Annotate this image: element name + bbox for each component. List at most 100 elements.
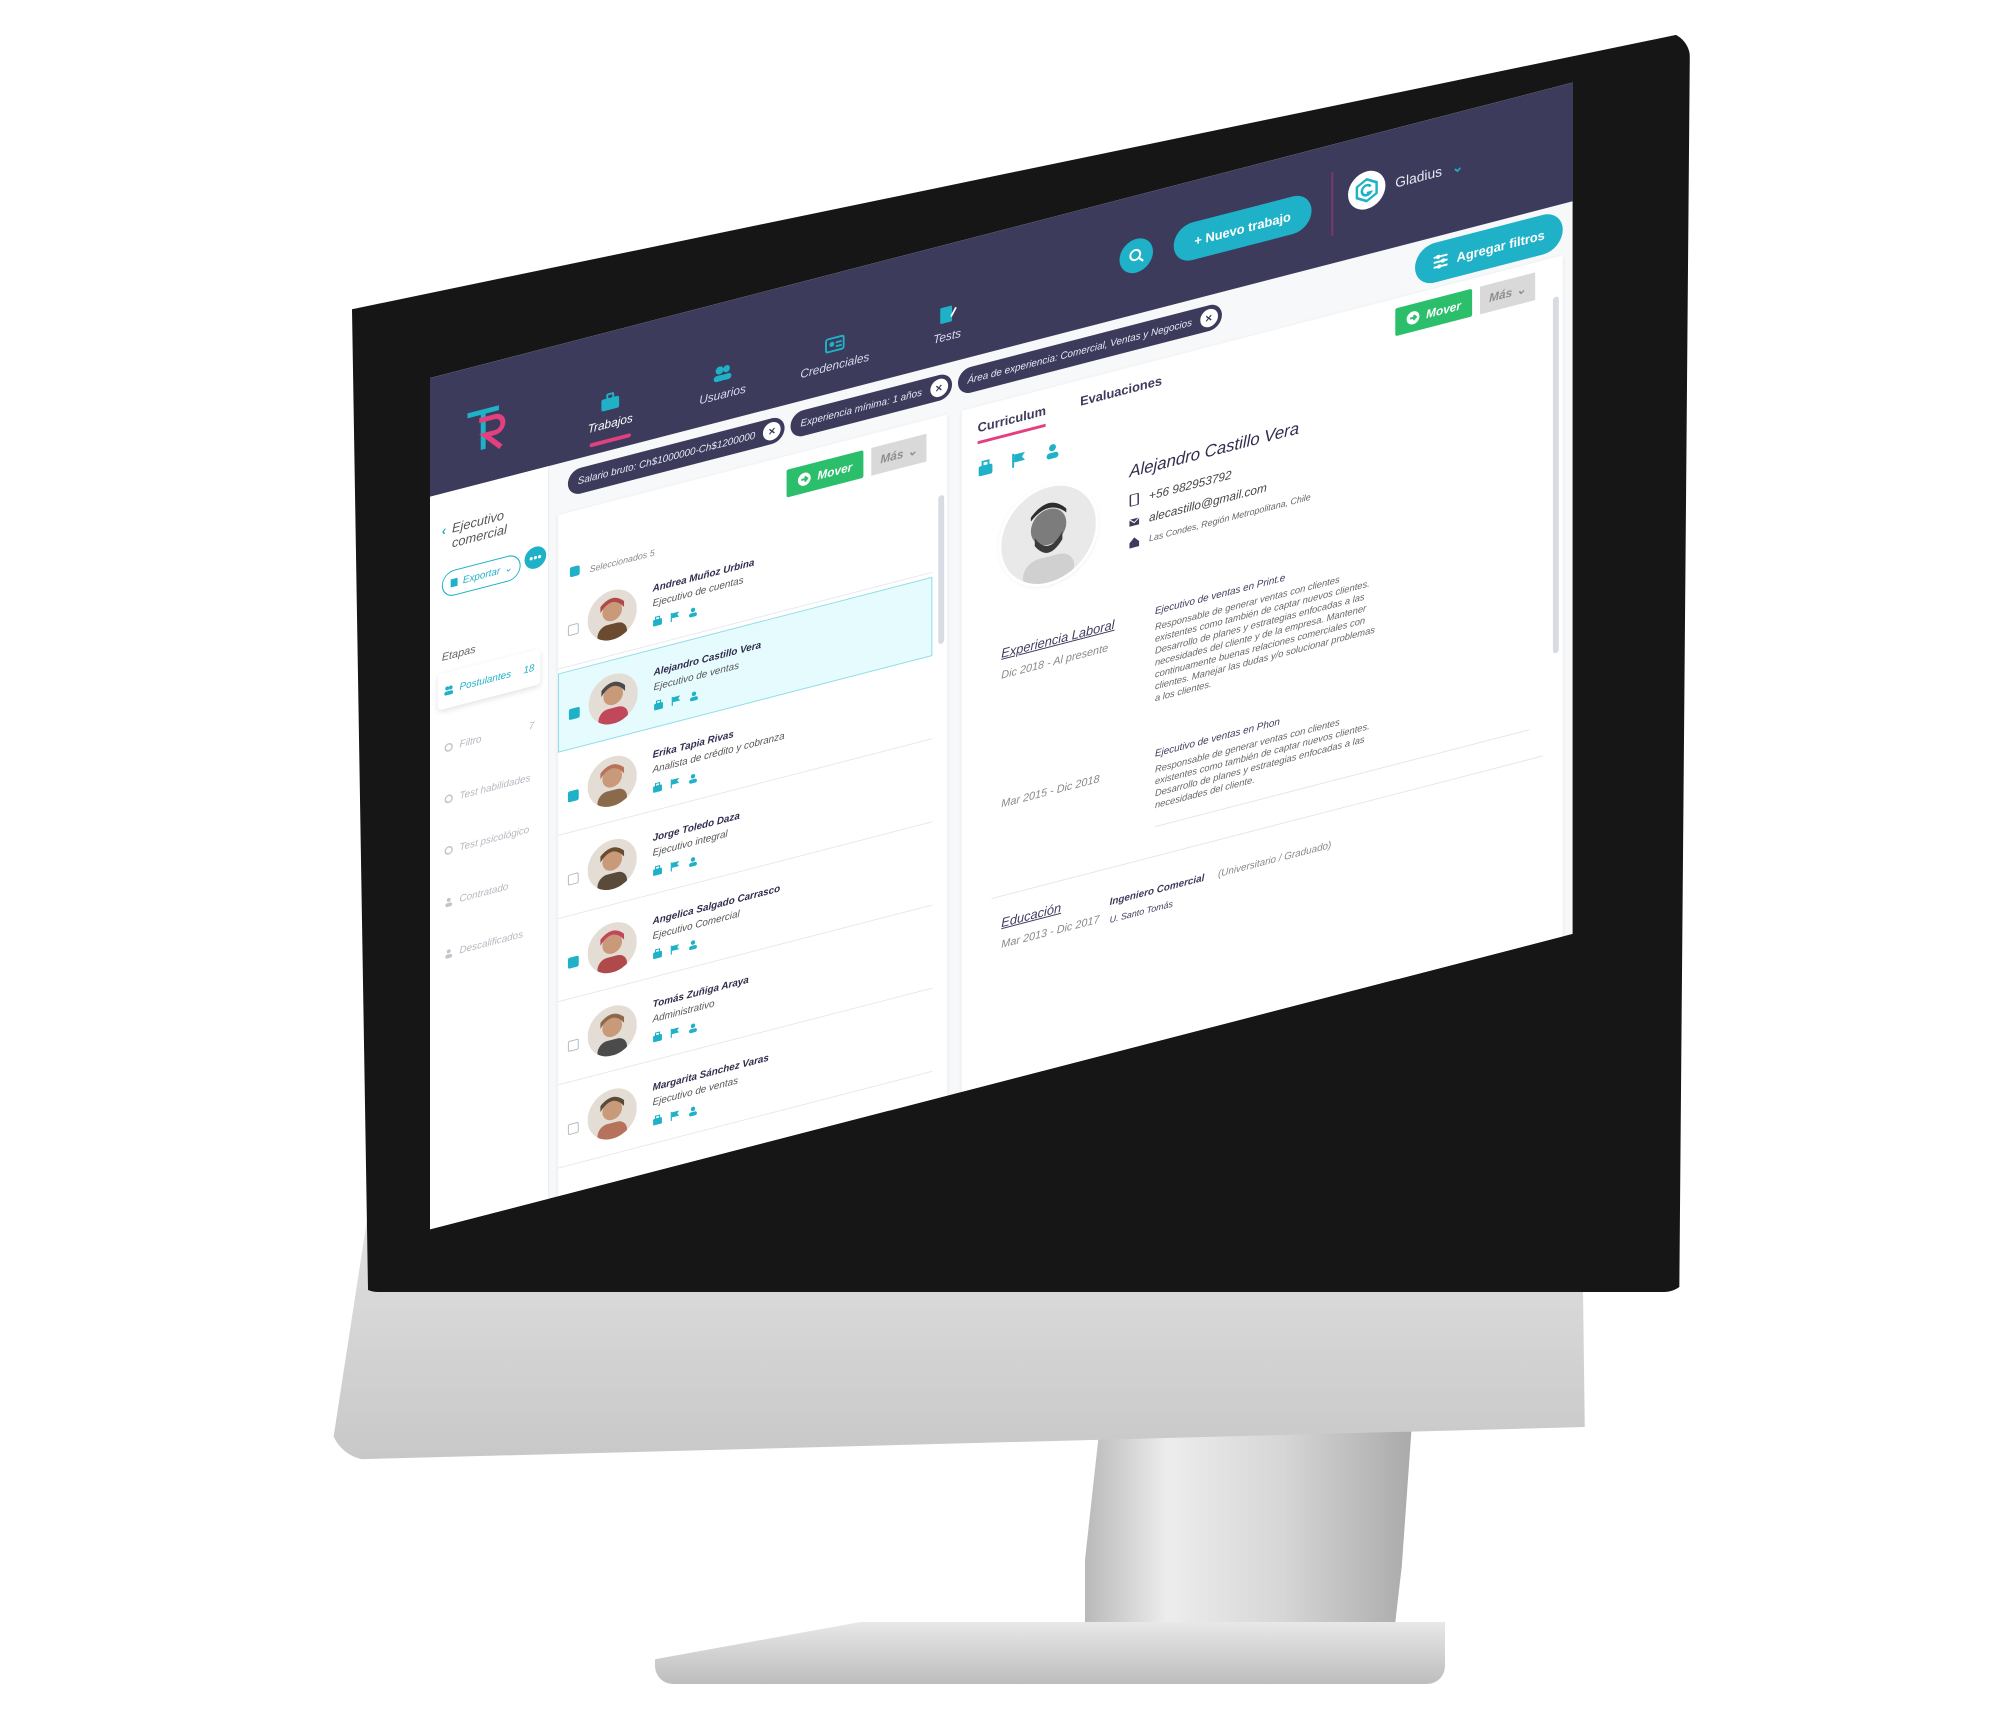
user-name: Gladius: [1395, 162, 1443, 191]
briefcase-icon[interactable]: [653, 781, 663, 793]
move-button[interactable]: Mover: [1395, 288, 1473, 337]
candidate-checkbox[interactable]: [567, 872, 579, 886]
flag-icon[interactable]: [670, 1109, 680, 1122]
flag-icon[interactable]: [670, 610, 680, 623]
user-icon[interactable]: [688, 772, 698, 784]
stage-contratado[interactable]: Contratado: [438, 860, 540, 922]
user-icon[interactable]: [688, 606, 698, 618]
home-icon: [1129, 537, 1140, 549]
briefcase-icon[interactable]: [653, 864, 663, 876]
briefcase-icon[interactable]: [653, 1114, 663, 1126]
close-icon[interactable]: ×: [929, 376, 948, 400]
arrow-right-circle-icon: [798, 472, 812, 486]
user-icon[interactable]: [688, 1022, 698, 1034]
list-scrollbar[interactable]: [938, 494, 945, 645]
candidate-icon-row: [653, 772, 698, 794]
job-title: Ejecutivo comercial: [452, 507, 507, 551]
user-icon[interactable]: [688, 1105, 698, 1117]
avatar: [1348, 166, 1386, 214]
search-icon: [1129, 248, 1144, 262]
stage-test-habilidades[interactable]: Test habilidades: [438, 757, 540, 819]
arrow-right-circle-icon: [1406, 311, 1420, 325]
candidate-checkbox[interactable]: [567, 622, 579, 637]
user-menu[interactable]: Gladius ⌄: [1348, 146, 1464, 214]
user-icon[interactable]: [688, 855, 698, 867]
detail-scrollbar[interactable]: [1552, 295, 1559, 654]
candidate-checkbox[interactable]: [567, 1038, 579, 1053]
chevron-down-icon: ⌄: [1451, 156, 1464, 176]
stage-label: Descalificados: [459, 928, 524, 956]
tab-curriculum[interactable]: Curriculum: [978, 403, 1046, 444]
more-button[interactable]: Más ⌄: [871, 433, 927, 476]
nav-label: Trabajos: [587, 410, 633, 437]
stage-label: Contratado: [459, 880, 509, 905]
profile-photo: [1001, 475, 1096, 595]
candidate-icon-row: [653, 1105, 698, 1127]
candidate-list-panel: Mover Más ⌄ Seleccionados 5 Andrea Muñoz…: [558, 414, 948, 1197]
user-icon[interactable]: [689, 690, 699, 702]
file-export-icon: [451, 577, 458, 588]
flag-icon[interactable]: [670, 943, 680, 955]
stage-test-psicologico[interactable]: Test psicológico: [438, 809, 540, 871]
user-icon[interactable]: [688, 938, 698, 951]
avatar: [588, 667, 638, 731]
phone-icon: [1129, 492, 1139, 508]
stage-count: 7: [528, 719, 535, 733]
close-icon[interactable]: ×: [763, 419, 781, 443]
flag-icon[interactable]: [670, 1026, 680, 1038]
chevron-down-icon: ⌄: [907, 443, 918, 460]
experience-dates: Mar 2015 - Dic 2018: [1001, 773, 1100, 811]
briefcase-icon[interactable]: [978, 458, 994, 478]
nav-usuarios[interactable]: Usuarios: [680, 353, 765, 424]
nav-label: Tests: [933, 325, 962, 347]
more-button[interactable]: Más ⌄: [1480, 272, 1536, 315]
user-icon[interactable]: [1045, 441, 1061, 461]
stages-label: Etapas: [441, 643, 476, 665]
candidate-checkbox[interactable]: [567, 1121, 579, 1136]
avatar: [587, 833, 637, 896]
search-button[interactable]: [1119, 234, 1153, 277]
new-job-button[interactable]: + Nuevo trabajo: [1173, 191, 1312, 265]
screen-wrapper: Trabajos Usuarios Credenciales Tests + N…: [400, 82, 1640, 1230]
flag-icon[interactable]: [671, 694, 681, 707]
tab-evaluaciones[interactable]: Evaluaciones: [1080, 373, 1162, 409]
nav-credenciales[interactable]: Credenciales: [792, 324, 877, 395]
avatar: [587, 750, 637, 813]
move-button[interactable]: Mover: [786, 450, 864, 498]
users-icon: [444, 685, 454, 696]
candidate-icon-row: [653, 606, 698, 628]
education-level: (Universitario / Graduado): [1218, 839, 1332, 881]
user-icon: [445, 949, 453, 959]
nav-tests[interactable]: Tests: [905, 295, 990, 366]
more-options-button[interactable]: •••: [524, 543, 547, 572]
move-label: Mover: [817, 459, 853, 483]
flag-icon[interactable]: [670, 777, 680, 789]
stage-filtro[interactable]: Filtro 7: [438, 706, 540, 768]
logo-icon[interactable]: [460, 394, 515, 464]
stage-label: Filtro: [459, 733, 482, 751]
close-icon[interactable]: ×: [1199, 306, 1218, 330]
candidate-icon-row: [653, 855, 698, 877]
id-card-icon: [824, 334, 845, 354]
candidate-checkbox[interactable]: [567, 955, 579, 970]
briefcase-icon[interactable]: [653, 615, 663, 627]
briefcase-icon[interactable]: [654, 699, 664, 711]
users-icon: [713, 365, 732, 383]
stage-label: Postulantes: [459, 668, 512, 693]
back-link[interactable]: ‹ Ejecutivo comercial: [442, 496, 548, 553]
stage-label: Test psicológico: [459, 824, 530, 853]
stage-descalificados[interactable]: Descalificados: [438, 912, 540, 974]
candidate-checkbox[interactable]: [567, 788, 579, 803]
briefcase-icon[interactable]: [653, 948, 663, 960]
move-label: Mover: [1426, 298, 1461, 322]
candidate-checkbox[interactable]: [568, 706, 580, 721]
avatar: [587, 999, 637, 1062]
flag-icon[interactable]: [670, 860, 680, 872]
select-all-checkbox[interactable]: [569, 564, 580, 578]
briefcase-icon[interactable]: [653, 1031, 663, 1043]
nav-trabajos[interactable]: Trabajos: [568, 382, 653, 453]
export-button[interactable]: Exportar ⌄: [441, 552, 521, 599]
more-label: Más: [880, 446, 904, 467]
flag-icon[interactable]: [1011, 449, 1027, 469]
app-screen: Trabajos Usuarios Credenciales Tests + N…: [430, 82, 1573, 1230]
